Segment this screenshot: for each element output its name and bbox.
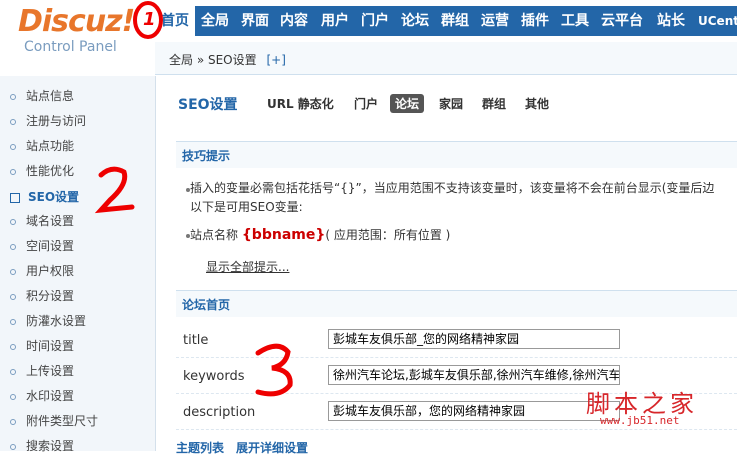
annotation-number-3 [255,343,293,397]
annotation-number-2 [94,166,135,214]
watermark-url: www.jb51.net [600,414,680,427]
annotation-label-1: 1 [143,9,156,30]
